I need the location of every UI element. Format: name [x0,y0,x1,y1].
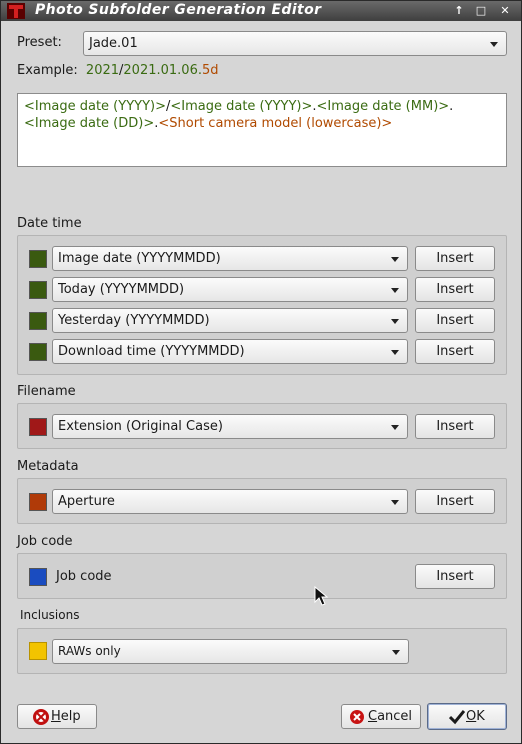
format-token: <Short camera model (lowercase)> [158,116,393,131]
insert-button[interactable]: Insert [415,246,495,271]
insert-button[interactable]: Insert [415,564,495,589]
inclusions-select[interactable]: RAWs only [52,639,409,664]
preset-value: Jade.01 [89,36,138,51]
datetime-select-2[interactable]: Today (YYYYMMDD) [52,277,408,302]
help-mnemonic: H [51,709,61,724]
datetime-section-title: Date time [17,216,82,231]
metadata-section-title: Metadata [17,459,79,474]
inclusions-select-value: RAWs only [58,644,121,658]
format-separator: . [449,99,454,114]
filename-select-value: Extension (Original Case) [58,419,223,434]
format-token: <Image date (YYYY)> [24,99,166,114]
insert-button[interactable]: Insert [415,308,495,333]
preset-select[interactable]: Jade.01 [83,31,507,56]
example-part-date: 2021.01.06. [123,63,202,78]
format-token: <Image date (DD)> [24,116,155,131]
maximize-icon[interactable]: □ [471,3,491,19]
app-icon [7,3,25,19]
chevron-down-icon [391,319,399,324]
chevron-down-icon [391,350,399,355]
filename-color-swatch [29,418,47,436]
datetime-select-value: Download time (YYYYMMDD) [58,344,245,359]
window-title: Photo Subfolder Generation Editor [35,2,322,18]
cancel-button[interactable]: Cancel [341,704,421,729]
example-part-camera: 5d [201,63,219,78]
metadata-select[interactable]: Aperture [52,489,408,514]
help-icon [33,709,49,725]
example-label: Example: [17,63,78,78]
title-bar[interactable]: Photo Subfolder Generation Editor ↑ □ ✕ [1,1,521,21]
cancel-icon [350,710,364,724]
datetime-color-swatch [29,343,47,361]
chevron-down-icon [391,425,399,430]
cancel-label: ancel [377,709,413,724]
insert-button[interactable]: Insert [415,277,495,302]
format-token: <Image date (YYYY)> [170,99,313,114]
ok-label: K [476,709,485,724]
help-button[interactable]: Help [17,704,97,729]
example-part-year: 2021 [85,63,120,78]
chevron-down-icon [391,500,399,505]
filename-section-title: Filename [17,384,76,399]
datetime-color-swatch [29,312,47,330]
jobcode-color-swatch [29,568,47,586]
close-icon[interactable]: ✕ [495,3,515,19]
ok-mnemonic: O [466,709,477,724]
preset-label: Preset: [17,35,62,50]
metadata-color-swatch [29,493,47,511]
inclusions-color-swatch [29,642,47,660]
datetime-select-value: Today (YYYYMMDD) [58,282,185,297]
dialog-window: Photo Subfolder Generation Editor ↑ □ ✕ … [0,0,522,744]
datetime-select-3[interactable]: Yesterday (YYYYMMDD) [52,308,408,333]
datetime-select-1[interactable]: Image date (YYYYMMDD) [52,246,408,271]
cancel-mnemonic: C [368,709,378,724]
chevron-down-icon [490,42,498,47]
insert-button[interactable]: Insert [415,489,495,514]
datetime-select-4[interactable]: Download time (YYYYMMDD) [52,339,408,364]
jobcode-section-title: Job code [17,534,73,549]
keep-above-icon[interactable]: ↑ [449,3,469,19]
chevron-down-icon [391,288,399,293]
inclusions-section-title: Inclusions [20,608,80,622]
help-label: elp [60,709,81,724]
insert-button[interactable]: Insert [415,339,495,364]
checkmark-icon [449,710,465,725]
filename-select[interactable]: Extension (Original Case) [52,414,408,439]
chevron-down-icon [392,650,400,655]
jobcode-label: Job code [56,569,112,584]
format-editor[interactable]: <Image date (YYYY)>/<Image date (YYYY)>.… [17,93,507,167]
metadata-select-value: Aperture [58,494,115,509]
datetime-color-swatch [29,250,47,268]
insert-button[interactable]: Insert [415,414,495,439]
example-row: Example: 2021/2021.01.06.5d [17,63,219,78]
chevron-down-icon [391,257,399,262]
datetime-select-value: Image date (YYYYMMDD) [58,251,221,266]
format-token: <Image date (MM)> [316,99,450,114]
mouse-cursor-icon [314,586,329,606]
datetime-color-swatch [29,281,47,299]
datetime-select-value: Yesterday (YYYYMMDD) [58,313,210,328]
ok-button[interactable]: OK [427,703,507,730]
